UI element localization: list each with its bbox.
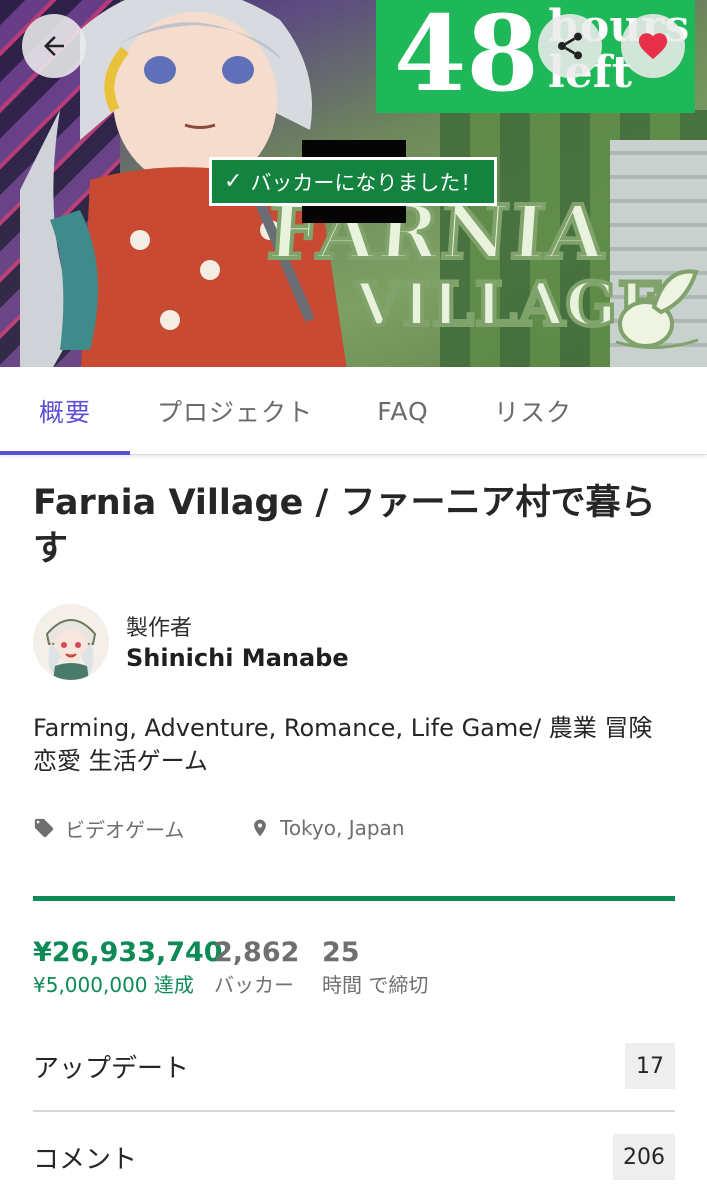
tab-overview[interactable]: 概要 [0, 367, 130, 455]
heart-icon [638, 33, 668, 60]
back-button[interactable] [22, 14, 86, 78]
location-pin-icon [254, 819, 266, 837]
creator-avatar[interactable] [33, 604, 109, 680]
creator-name-link[interactable]: Shinichi Manabe [126, 644, 349, 672]
hours-left-number: 48 [394, 0, 539, 113]
comments-row[interactable]: コメント 206 [33, 1112, 675, 1199]
project-blurb: Farming, Adventure, Romance, Life Game/ … [33, 714, 653, 775]
turnip-logo-icon [615, 269, 699, 349]
pledged-amount: ¥26,933,740 [33, 937, 223, 968]
redaction-bar-bottom [302, 206, 406, 223]
check-icon: ✓ [224, 169, 243, 194]
backers-label: バッカー [214, 973, 294, 997]
share-icon [558, 32, 582, 60]
like-button[interactable] [621, 14, 685, 78]
time-left-value: 25 [322, 937, 360, 968]
stat-time-left: 25 時間 で締切 [322, 936, 428, 1000]
share-button[interactable] [538, 14, 602, 78]
tab-project[interactable]: プロジェクト [140, 367, 330, 455]
updates-count-badge: 17 [625, 1043, 675, 1089]
stat-pledged: ¥26,933,740 ¥5,000,000 達成 [33, 936, 223, 1000]
backer-status-text: バッカーになりました！ [250, 170, 482, 195]
backer-status-badge: ✓ バッカーになりました！ [209, 157, 497, 206]
redaction-bar-top [302, 140, 406, 157]
active-tab-indicator [0, 451, 130, 455]
tag-icon [34, 818, 54, 838]
project-location-text: Tokyo, Japan [280, 816, 405, 840]
back-arrow-icon [44, 36, 64, 56]
updates-label: アップデート [33, 1053, 190, 1084]
time-left-label: 時間 で締切 [322, 973, 429, 997]
project-tabs: 概要 プロジェクト FAQ リスク [0, 367, 707, 455]
tab-faq[interactable]: FAQ [350, 367, 456, 455]
project-category-text: ビデオゲーム [65, 817, 185, 842]
updates-row[interactable]: アップデート 17 [33, 1022, 675, 1112]
creator-avatar-image [33, 604, 109, 680]
backers-count: 2,862 [214, 937, 300, 968]
project-hero-image: FARNIA VILLAGE 48 hours left ✓ バッカーになりまし… [0, 0, 707, 367]
tab-risks[interactable]: リスク [472, 367, 594, 455]
pledged-goal-label: ¥5,000,000 達成 [33, 973, 194, 997]
project-category-link[interactable]: ビデオゲーム [33, 812, 184, 844]
stat-backers: 2,862 バッカー [214, 936, 299, 1000]
comments-label: コメント [33, 1144, 138, 1175]
creator-role-label: 製作者 [126, 616, 193, 641]
project-location-link[interactable]: Tokyo, Japan [250, 812, 405, 844]
comments-count-badge: 206 [613, 1134, 675, 1180]
funding-progress-bar [33, 896, 675, 901]
project-title: Farnia Village / ファーニア村で暮らす [33, 483, 656, 569]
